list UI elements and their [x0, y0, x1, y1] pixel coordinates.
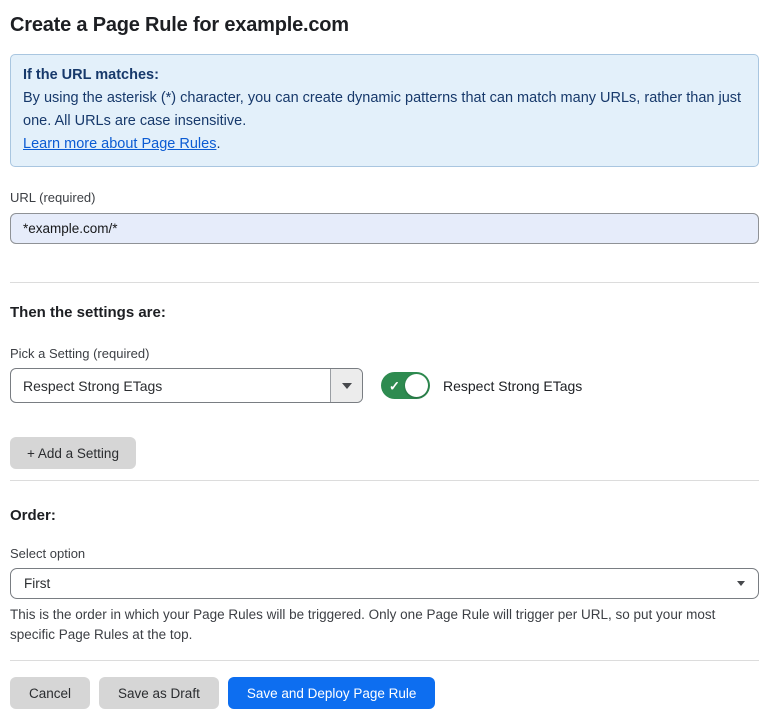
save-draft-button[interactable]: Save as Draft — [99, 677, 219, 709]
info-box-body: By using the asterisk (*) character, you… — [23, 87, 746, 133]
chevron-down-icon — [737, 581, 745, 586]
info-box-link-row: Learn more about Page Rules. — [23, 133, 746, 156]
footer-divider — [10, 660, 759, 661]
create-page-rule-form: Create a Page Rule for example.com If th… — [0, 0, 769, 709]
cancel-button[interactable]: Cancel — [10, 677, 90, 709]
setting-row: Respect Strong ETags ✓ Respect Strong ET… — [10, 368, 759, 403]
toggle-knob — [405, 374, 428, 397]
section-divider — [10, 282, 759, 283]
setting-dropdown[interactable]: Respect Strong ETags — [10, 368, 363, 403]
url-label: URL (required) — [10, 190, 759, 206]
setting-dropdown-arrow-button[interactable] — [330, 369, 362, 402]
pick-setting-label: Pick a Setting (required) — [10, 346, 759, 362]
page-title: Create a Page Rule for example.com — [10, 14, 759, 37]
chevron-down-icon — [342, 383, 352, 389]
etags-toggle[interactable]: ✓ — [381, 372, 430, 399]
footer-actions: Cancel Save as Draft Save and Deploy Pag… — [10, 677, 759, 709]
url-input[interactable] — [10, 213, 759, 244]
info-box-heading: If the URL matches: — [23, 64, 746, 87]
order-section-heading: Order: — [10, 507, 759, 525]
setting-dropdown-value: Respect Strong ETags — [11, 369, 330, 402]
check-icon: ✓ — [389, 379, 400, 392]
link-period: . — [216, 136, 220, 152]
settings-section-heading: Then the settings are: — [10, 304, 759, 322]
order-select[interactable]: First — [10, 568, 759, 599]
save-deploy-button[interactable]: Save and Deploy Page Rule — [228, 677, 436, 709]
order-select-value: First — [24, 576, 50, 591]
add-setting-button[interactable]: + Add a Setting — [10, 437, 136, 469]
learn-more-link[interactable]: Learn more about Page Rules — [23, 136, 216, 152]
url-match-info-box: If the URL matches: By using the asteris… — [10, 54, 759, 167]
section-divider — [10, 480, 759, 481]
order-description: This is the order in which your Page Rul… — [10, 605, 759, 645]
toggle-label: Respect Strong ETags — [443, 378, 582, 394]
order-select-label: Select option — [10, 546, 759, 562]
